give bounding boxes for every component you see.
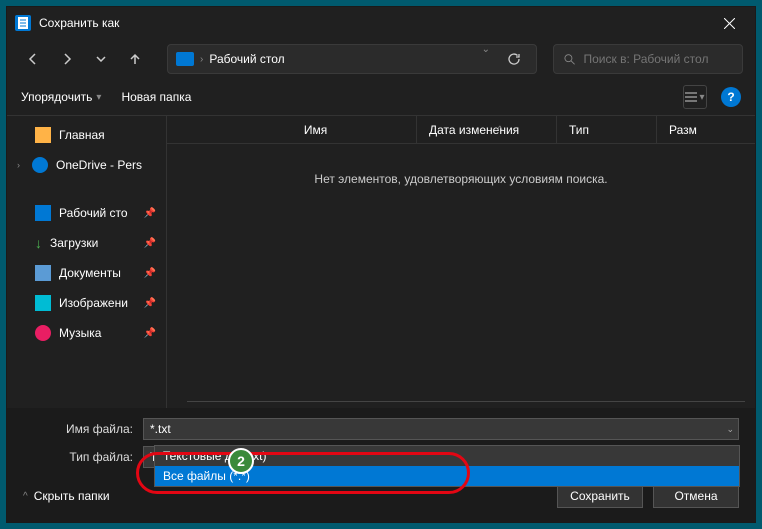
pin-icon: 📌 (144, 208, 156, 219)
save-button[interactable]: Сохранить (557, 484, 643, 508)
filename-label: Имя файла: (23, 422, 143, 436)
documents-icon (35, 265, 51, 281)
cancel-button[interactable]: Отмена (653, 484, 739, 508)
desktop-icon (176, 52, 194, 66)
annotation-badge: 2 (228, 448, 254, 474)
sidebar-item-music[interactable]: Музыка📌 (7, 318, 166, 348)
dialog-title: Сохранить как (39, 16, 119, 30)
recent-button[interactable] (87, 45, 115, 73)
col-type[interactable]: Тип (557, 116, 657, 143)
refresh-button[interactable] (500, 44, 528, 74)
close-button[interactable] (711, 9, 747, 37)
empty-message: Нет элементов, удовлетворяющих условиям … (167, 144, 755, 401)
download-icon: ↓ (35, 235, 42, 251)
view-button[interactable]: ▾ (683, 85, 707, 109)
forward-button[interactable] (53, 45, 81, 73)
sidebar-item-onedrive[interactable]: ›OneDrive - Pers (7, 150, 166, 180)
chevron-down-icon[interactable]: ⌄ (726, 424, 734, 435)
sidebar-item-downloads[interactable]: ↓Загрузки📌 (7, 228, 166, 258)
pin-icon: 📌 (144, 298, 156, 309)
titlebar: Сохранить как (7, 7, 755, 39)
music-icon (35, 325, 51, 341)
file-list: Имя^ Дата изменения Тип Разм Нет элемент… (167, 116, 755, 408)
pin-icon: 📌 (144, 328, 156, 339)
new-folder-button[interactable]: Новая папка (121, 90, 191, 104)
chevron-right-icon: › (200, 54, 203, 65)
back-button[interactable] (19, 45, 47, 73)
notepad-icon (15, 15, 31, 31)
onedrive-icon (32, 157, 48, 173)
nav-bar: › Рабочий стол ⌄ (7, 39, 755, 79)
chevron-down-icon[interactable]: ⌄ (482, 44, 490, 74)
sidebar-item-home[interactable]: Главная (7, 120, 166, 150)
filetype-label: Тип файла: (23, 450, 143, 464)
address-bar[interactable]: › Рабочий стол ⌄ (167, 44, 537, 74)
expand-icon[interactable]: › (17, 160, 20, 170)
column-headers: Имя^ Дата изменения Тип Разм (167, 116, 755, 144)
desktop-icon (35, 205, 51, 221)
col-name[interactable]: Имя^ (187, 116, 417, 143)
filename-input[interactable]: ⌄ (143, 418, 739, 440)
search-box[interactable] (553, 44, 743, 74)
col-size[interactable]: Разм (657, 116, 755, 143)
hide-folders-button[interactable]: ^Скрыть папки (23, 489, 110, 503)
pictures-icon (35, 295, 51, 311)
organize-button[interactable]: Упорядочить▾ (21, 90, 101, 104)
sidebar-item-pictures[interactable]: Изображени📌 (7, 288, 166, 318)
pin-icon: 📌 (144, 268, 156, 279)
home-icon (35, 127, 51, 143)
help-button[interactable]: ? (721, 87, 741, 107)
search-input[interactable] (583, 52, 732, 66)
sidebar-item-desktop[interactable]: Рабочий сто📌 (7, 198, 166, 228)
col-date[interactable]: Дата изменения (417, 116, 557, 143)
search-icon (564, 53, 575, 66)
sidebar: Главная ›OneDrive - Pers Рабочий сто📌 ↓З… (7, 116, 167, 408)
toolbar: Упорядочить▾ Новая папка ▾ ? (7, 79, 755, 115)
sidebar-item-documents[interactable]: Документы📌 (7, 258, 166, 288)
location-text: Рабочий стол (209, 52, 284, 66)
up-button[interactable] (121, 45, 149, 73)
pin-icon: 📌 (144, 238, 156, 249)
